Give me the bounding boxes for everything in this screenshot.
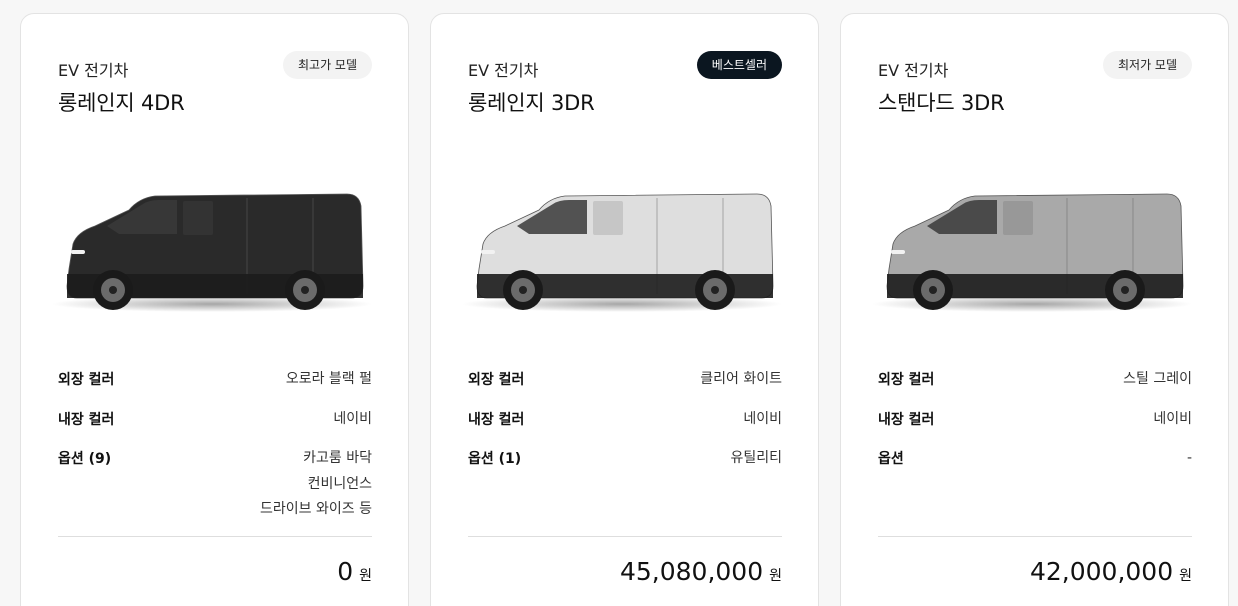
spec-value: 네이비: [1153, 411, 1192, 427]
spec-label: 외장 컬러: [58, 372, 115, 388]
option-item: -: [1186, 450, 1192, 466]
trim-price: 0원: [337, 557, 372, 586]
option-item: 컨비니언스: [307, 475, 372, 492]
option-item: 카고룸 바닥: [303, 450, 372, 466]
trim-badge: 최저가 모델: [1102, 51, 1192, 79]
trim-badge: 최고가 모델: [282, 51, 372, 79]
option-item: 유틸리티: [730, 450, 782, 466]
price-currency: 원: [359, 568, 372, 584]
trim-name: 롱레인지 4DR: [58, 91, 185, 115]
divider: [58, 536, 372, 537]
van-side-window: [183, 201, 213, 235]
spec-label: 내장 컬러: [468, 412, 525, 428]
spec-label: 내장 컬러: [878, 412, 935, 428]
trim-name: 스탠다드 3DR: [878, 91, 1005, 115]
spec-value: 클리어 화이트: [700, 371, 782, 387]
spec-label: 내장 컬러: [58, 412, 115, 428]
spec-options-list: 카고룸 바닥컨비니언스드라이브 와이즈 등: [260, 446, 372, 523]
spec-options-list: 유틸리티: [730, 446, 782, 472]
trim-card[interactable]: EV 전기차 롱레인지 4DR 최고가 모델 외장 컬러 오로라 블랙 펄 내장…: [20, 13, 409, 606]
spec-label: 옵션 (1): [468, 451, 522, 467]
spec-label: 외장 컬러: [878, 372, 935, 388]
vehicle-image: [52, 193, 372, 312]
vehicle-category: EV 전기차: [468, 61, 539, 80]
divider: [878, 536, 1192, 537]
spec-options-list: -: [1187, 446, 1192, 472]
spec-value: 스틸 그레이: [1123, 371, 1192, 387]
price-amount: 0: [337, 557, 354, 586]
price-currency: 원: [1179, 568, 1192, 584]
price-currency: 원: [769, 568, 782, 584]
trim-badge: 베스트셀러: [696, 51, 782, 79]
vehicle-category: EV 전기차: [878, 61, 949, 80]
trim-card[interactable]: EV 전기차 스탠다드 3DR 최저가 모델 외장 컬러 스틸 그레이 내장 컬…: [840, 13, 1229, 606]
spec-label: 외장 컬러: [468, 372, 525, 388]
price-amount: 42,000,000: [1029, 557, 1174, 586]
trim-price: 45,080,000 원: [620, 557, 782, 586]
vehicle-category: EV 전기차: [58, 61, 129, 80]
spec-value: 네이비: [333, 411, 372, 427]
price-amount: 45,080,000: [619, 557, 764, 586]
spec-value: 오로라 블랙 펄: [285, 371, 372, 387]
van-side-window: [1003, 201, 1033, 235]
spec-value: 네이비: [743, 411, 782, 427]
divider: [468, 536, 782, 537]
van-side-window: [593, 201, 623, 235]
trim-card-list: EV 전기차 롱레인지 4DR 최고가 모델 외장 컬러 오로라 블랙 펄 내장…: [0, 0, 1238, 606]
spec-label: 옵션: [878, 451, 904, 467]
trim-price: 42,000,000 원: [1030, 557, 1192, 586]
vehicle-image: [462, 193, 782, 312]
trim-name: 롱레인지 3DR: [468, 91, 595, 115]
option-item: 드라이브 와이즈 등: [260, 501, 372, 517]
spec-label: 옵션 (9): [58, 451, 112, 467]
trim-card[interactable]: EV 전기차 롱레인지 3DR 베스트셀러 외장 컬러 클리어 화이트 내장 컬…: [430, 13, 819, 606]
vehicle-image: [872, 193, 1192, 312]
